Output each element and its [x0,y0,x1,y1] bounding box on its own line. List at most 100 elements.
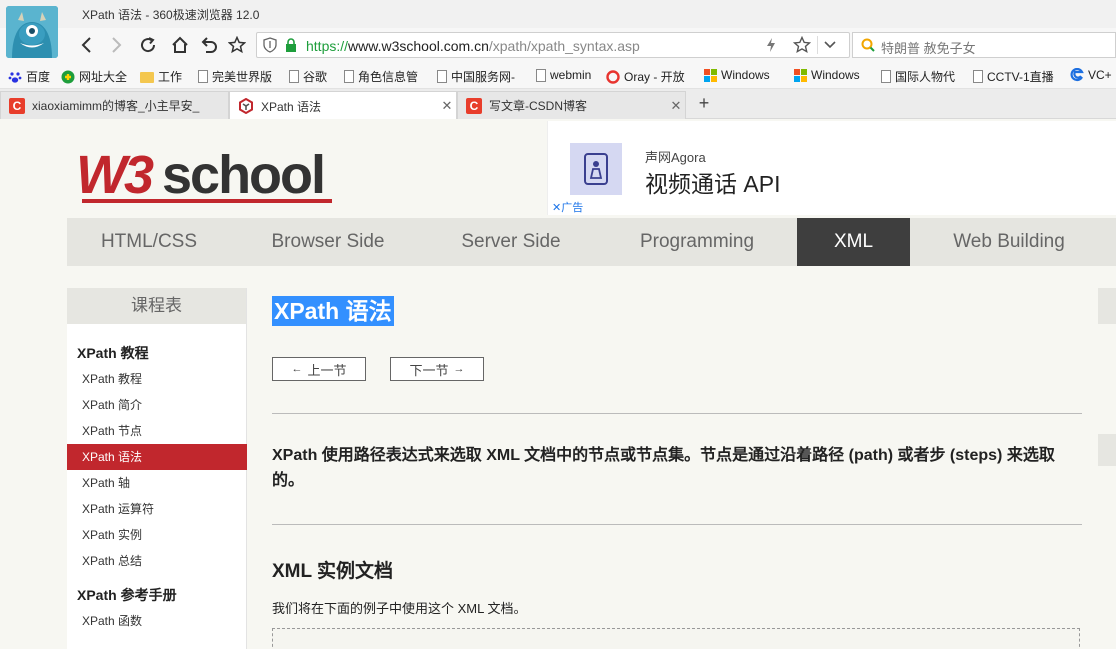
speed-mode-icon[interactable] [765,37,777,56]
ad-close-icon[interactable]: ✕ [552,202,561,214]
doc-icon [536,68,546,82]
tab-csdn-write[interactable]: C 写文章-CSDN博客 ✕ [457,91,686,119]
w3school-icon [238,98,254,114]
bookmark-item[interactable]: 角色信息管 [342,68,418,85]
nav-server-side[interactable]: Server Side [425,218,597,266]
page-title: XPath 语法 [272,296,394,326]
svg-text:school: school [162,145,324,205]
right-sidebar-block [1098,434,1116,466]
right-sidebar-header [1098,288,1116,324]
close-icon[interactable]: ✕ [667,98,685,114]
refresh-icon[interactable] [137,34,159,56]
favorite-star-icon[interactable] [226,34,248,56]
sidebar-item-xpath-syntax[interactable]: XPath 语法 [67,444,247,470]
csdn-icon: C [466,97,482,114]
url-text[interactable]: https://www.w3school.com.cn/xpath/xpath_… [306,38,640,54]
nav-browser-side[interactable]: Browser Side [231,218,425,266]
bookmark-item[interactable]: 谷歌 [287,68,327,85]
ad-title[interactable]: 视频通话 API [645,165,780,199]
bookmark-item[interactable]: 中国服务网- [435,68,515,85]
advertisement[interactable]: 声网Agora 视频通话 API ✕广告 [547,121,1116,215]
bookmark-baidu[interactable]: 百度 [8,68,50,85]
bookmark-wangzhi[interactable]: 网址大全 [61,68,127,85]
doc-icon [198,70,208,83]
paw-icon [8,70,22,84]
nav-xml[interactable]: XML [797,218,910,266]
bookmark-windows[interactable]: Windows [794,68,860,82]
code-block [272,628,1080,649]
search-input[interactable]: 特朗普 赦免子女 [881,38,976,57]
csdn-icon: C [9,97,25,114]
doc-icon [437,70,447,83]
svg-text:W3: W3 [76,145,154,205]
nav-html-css[interactable]: HTML/CSS [67,218,231,266]
bookmark-work-folder[interactable]: 工作 [140,68,182,85]
separator [817,36,818,54]
oray-icon [606,69,620,84]
window-title: XPath 语法 - 360极速浏览器 12.0 [82,8,260,22]
window-titlebar: XPath 语法 - 360极速浏览器 12.0 [0,0,1116,28]
windows-icon [704,68,717,82]
web-page: W3 school 声网Agora 视频通话 API ✕广告 HTML/CSS … [0,119,1116,649]
forward-icon[interactable] [105,34,127,56]
divider [272,524,1082,525]
back-icon[interactable] [76,34,98,56]
chevron-down-icon[interactable] [823,38,837,55]
section-heading: XML 实例文档 [272,561,394,582]
tab-label: XPath 语法 [261,99,322,114]
lock-icon [285,38,297,55]
search-box[interactable]: 特朗普 赦免子女 [852,32,1116,58]
bookmark-star-icon[interactable] [792,35,812,57]
bookmark-item[interactable]: 国际人物代 [879,68,955,85]
prev-button[interactable]: ← 上一节 [272,357,366,381]
user-avatar[interactable] [6,6,58,58]
ad-image[interactable] [570,143,622,195]
bookmark-oray[interactable]: Oray - 开放 [606,68,685,85]
tab-xpath-syntax[interactable]: XPath 语法 ✕ [229,91,457,120]
main-nav: HTML/CSS Browser Side Server Side Progra… [67,218,1116,266]
sidebar-item-xpath-functions[interactable]: XPath 函数 [67,608,247,634]
tab-csdn-blog[interactable]: C xiaoxiamimm的博客_小主早安_ [0,91,229,119]
sidebar-item-xpath-summary[interactable]: XPath 总结 [67,548,247,574]
edge-icon [1070,67,1084,82]
sidebar-item-xpath-operators[interactable]: XPath 运算符 [67,496,247,522]
sidebar: 课程表 XPath 教程 XPath 教程 XPath 简介 XPath 节点 … [67,288,247,649]
sidebar-section-reference: XPath 参考手册 [77,587,177,603]
doc-icon [973,70,983,83]
bookmark-item[interactable]: 完美世界版 [196,68,272,85]
sidebar-item-xpath-nodes[interactable]: XPath 节点 [67,418,247,444]
sidebar-section-tutorial: XPath 教程 [77,345,149,361]
intro-paragraph: XPath 使用路径表达式来选取 XML 文档中的节点或节点集。节点是通过沿着路… [272,447,1055,489]
sidebar-title: 课程表 [67,288,246,324]
doc-icon [289,70,299,83]
tab-bar: C xiaoxiamimm的博客_小主早安_ XPath 语法 ✕ C 写文章-… [0,89,1116,120]
tab-label: xiaoxiamimm的博客_小主早安_ [32,99,200,113]
new-tab-button[interactable]: + [694,93,714,115]
home-icon[interactable] [169,34,191,56]
address-bar[interactable]: https://www.w3school.com.cn/xpath/xpath_… [256,32,850,58]
ad-brand: 声网Agora [645,150,706,165]
w3school-logo[interactable]: W3 school [76,141,340,205]
nav-web-building[interactable]: Web Building [910,218,1108,266]
bookmark-windows[interactable]: Windows [704,68,770,82]
bookmark-item[interactable]: CCTV-1直播 [971,68,1054,85]
globe-icon [61,70,75,84]
divider [272,413,1082,414]
doc-icon [344,70,354,83]
search-icon [861,38,875,55]
bookmark-item[interactable]: webmin [534,68,591,82]
close-icon[interactable]: ✕ [438,98,456,114]
undo-icon[interactable] [198,34,220,56]
doc-icon [881,70,891,83]
ad-mark[interactable]: ✕广告 [552,199,583,215]
sidebar-item-xpath-tutorial[interactable]: XPath 教程 [67,366,247,392]
nav-programming[interactable]: Programming [597,218,797,266]
bookmark-item[interactable]: VC+ [1070,67,1112,82]
sidebar-item-xpath-axes[interactable]: XPath 轴 [67,470,247,496]
shield-icon[interactable] [263,37,277,56]
bookmarks-bar: 百度 网址大全 工作 完美世界版 谷歌 角色信息管 中国服务网- webmin … [0,62,1116,89]
sidebar-item-xpath-intro[interactable]: XPath 简介 [67,392,247,418]
sidebar-item-xpath-examples[interactable]: XPath 实例 [67,522,247,548]
tab-label: 写文章-CSDN博客 [489,99,587,113]
next-button[interactable]: 下一节 → [390,357,484,381]
